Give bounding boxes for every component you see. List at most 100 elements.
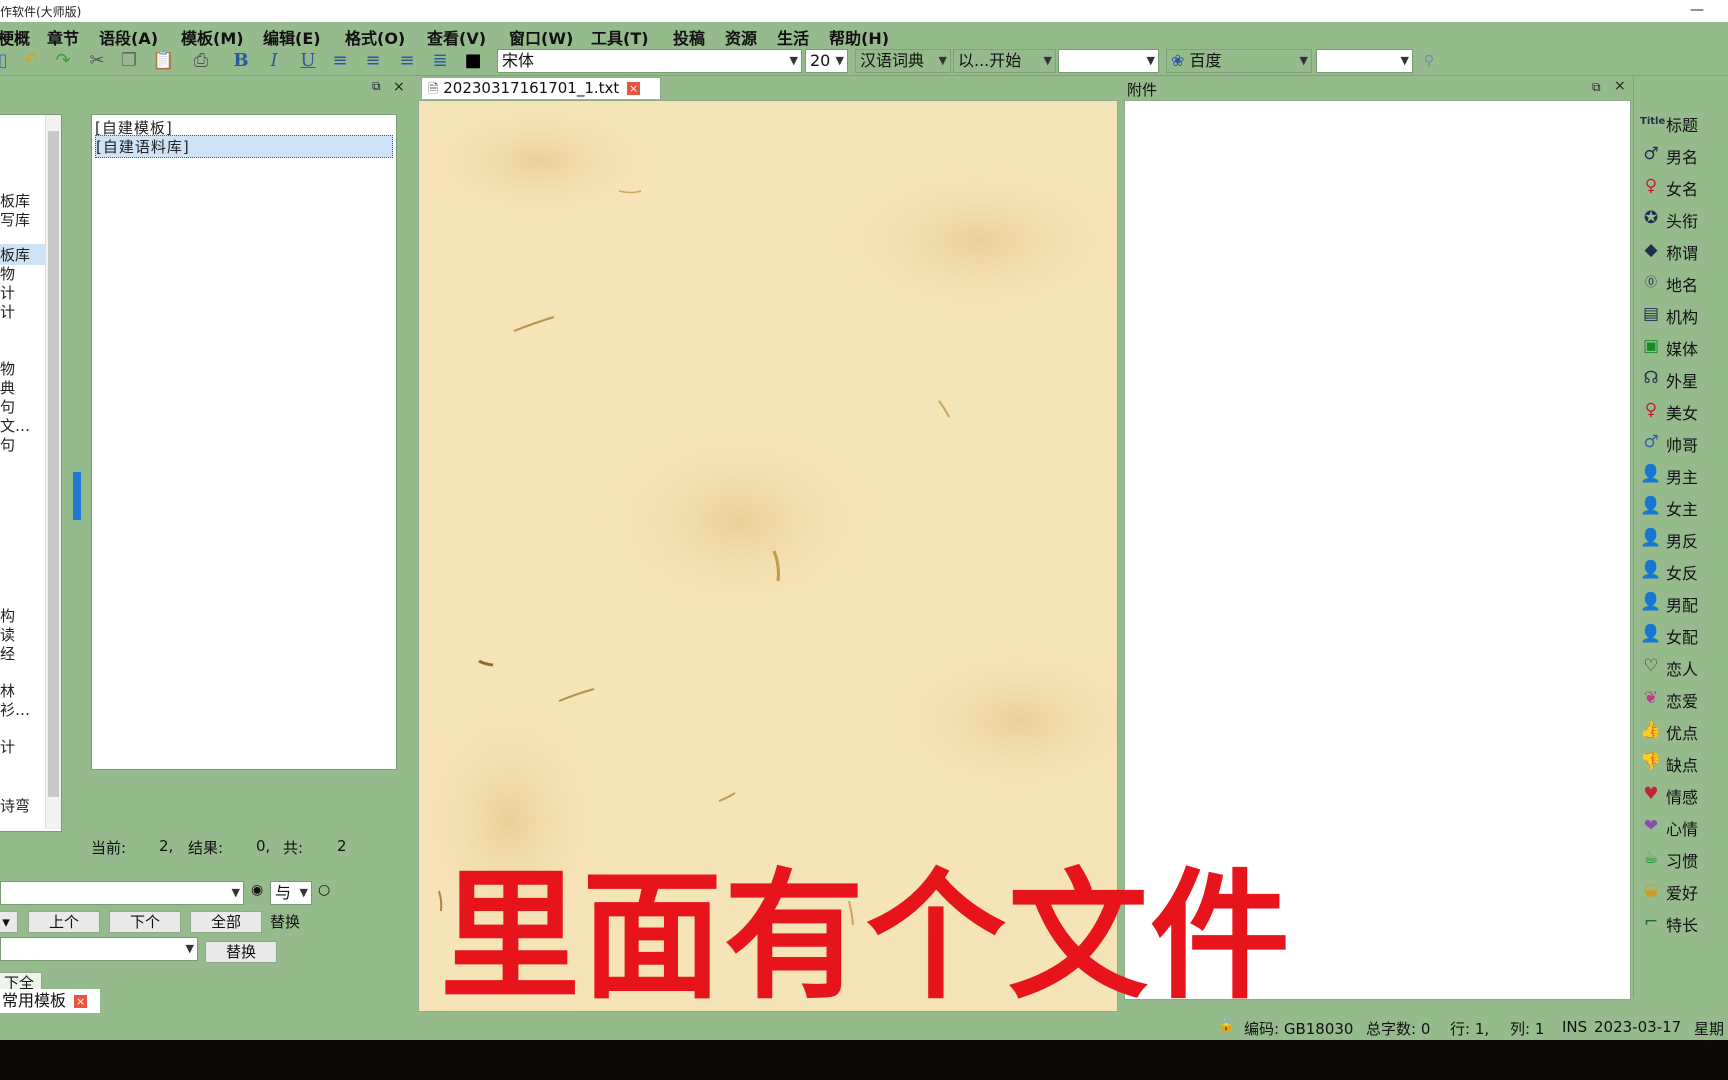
close-icon[interactable]: × (393, 79, 405, 95)
dropdown-button[interactable]: ▾ (0, 911, 18, 933)
sidebar-item-label: 习惯 (1666, 852, 1699, 871)
prev-button[interactable]: 上个 (28, 911, 100, 933)
font-size-value: 20 (810, 51, 831, 70)
tree-item[interactable]: 诗弯 (0, 795, 30, 816)
tree-item-selected[interactable]: 板库 (0, 244, 45, 265)
video-caption: 里面有个文件 (440, 856, 1293, 1019)
thumbs-up-icon: 👍 (1640, 720, 1662, 740)
list-item-selected[interactable]: [自建语料库] (95, 135, 393, 158)
dictionary-select[interactable]: 汉语词典 ▼ (855, 49, 951, 73)
bottom-tab-label: 常用模板 (2, 991, 67, 1010)
tree-item[interactable]: 读 (0, 624, 15, 645)
file-icon: 🗎 (428, 82, 439, 97)
justify-icon[interactable]: ≣ (429, 50, 451, 72)
align-center-icon[interactable]: ≡ (362, 50, 384, 72)
underline-icon[interactable]: U (297, 50, 319, 72)
tree-item[interactable]: 物 (0, 358, 15, 379)
search-icon[interactable]: ⚲ (1418, 50, 1440, 72)
tree-item[interactable]: 经 (0, 643, 15, 664)
dictionary-value: 汉语词典 (860, 51, 925, 70)
tree-item[interactable]: 衫… (0, 699, 30, 720)
replace-text-input[interactable]: ▼ (0, 937, 198, 961)
status-encoding: 编码: GB18030 (1244, 1020, 1354, 1038)
sidebar-item-label: 帅哥 (1666, 436, 1699, 455)
category-tree[interactable]: 板库 写库 板库 物 计 计 物 典 句 文… 句 构 读 经 林 衫… 计 诗… (0, 114, 62, 832)
font-name-select[interactable]: 宋体 ▼ (497, 49, 802, 73)
font-name-value: 宋体 (502, 51, 535, 70)
total-value: 2 (337, 837, 347, 855)
current-label: 当前: (91, 839, 127, 857)
italic-icon[interactable]: I (263, 50, 285, 72)
new-icon[interactable]: ▯ (0, 50, 14, 72)
hobby-icon: ◒ (1643, 880, 1659, 900)
bottom-tab-templates[interactable]: 常用模板 × (0, 989, 100, 1013)
sidebar-item-label: 恋爱 (1666, 692, 1699, 711)
total-label: 共: (283, 839, 304, 857)
sidebar-item-label: 标题 (1666, 116, 1699, 135)
status-weekday: 星期 (1694, 1020, 1725, 1038)
copy-icon[interactable]: ❐ (118, 50, 140, 72)
next-button[interactable]: 下个 (109, 911, 181, 933)
tree-item[interactable]: 写库 (0, 209, 30, 230)
undo-icon[interactable]: ↶ (20, 50, 42, 72)
male-icon: ♂ (1643, 432, 1659, 452)
template-list[interactable]: [自建模板] [自建语料库] (91, 114, 397, 770)
tree-item[interactable]: 句 (0, 434, 15, 455)
tree-item[interactable]: 文… (0, 415, 30, 436)
window-title: 作软件(大师版) (0, 5, 82, 19)
cut-icon[interactable]: ✂ (86, 50, 108, 72)
sidebar-item-label: 女主 (1666, 500, 1699, 519)
sidebar-item-label: 特长 (1666, 916, 1699, 935)
tree-item[interactable]: 计 (0, 301, 15, 322)
search-text-input[interactable]: ▼ (0, 881, 244, 905)
status-date: 2023-03-17 (1594, 1018, 1682, 1036)
font-size-select[interactable]: 20 ▼ (805, 49, 848, 73)
sidebar-item-label: 恋人 (1666, 660, 1699, 679)
scroll-thumb[interactable] (48, 131, 59, 797)
tree-item[interactable]: 计 (0, 736, 15, 757)
sidebar-item-label: 外星 (1666, 372, 1699, 391)
minimize-button[interactable]: — (1690, 2, 1704, 18)
replace-button[interactable]: 替换 (205, 941, 277, 963)
print-icon[interactable]: ⎙ (190, 50, 212, 72)
paste-icon[interactable]: 📋 (152, 50, 174, 72)
dictionary-query-input[interactable]: ▼ (1058, 49, 1159, 73)
radio-and[interactable]: ◉ (251, 882, 263, 898)
logic-operator-select[interactable]: 与 ▼ (270, 881, 312, 905)
heroine-icon: 👤 (1640, 496, 1662, 516)
close-icon[interactable]: × (1614, 78, 1626, 94)
chevron-down-icon: ▼ (1043, 54, 1052, 67)
tree-item[interactable]: 句 (0, 396, 15, 417)
stairs-icon: ⌐ (1643, 912, 1659, 932)
close-tab-icon[interactable]: × (627, 82, 641, 95)
align-left-icon[interactable]: ≡ (329, 50, 351, 72)
align-right-icon[interactable]: ≡ (396, 50, 418, 72)
tree-item[interactable]: 构 (0, 605, 15, 626)
redo-icon[interactable]: ↷ (52, 50, 74, 72)
chevron-down-icon: ▼ (185, 942, 194, 955)
splitter-handle[interactable] (73, 472, 81, 520)
tree-item[interactable]: 林 (0, 680, 15, 701)
status-column: 列: 1 (1510, 1020, 1545, 1038)
color-icon[interactable]: ■ (462, 50, 484, 72)
chevron-down-icon: ▼ (231, 886, 240, 899)
float-panel-icon[interactable]: ⧉ (372, 79, 381, 94)
document-tab-title: 20230317161701_1.txt (443, 79, 620, 97)
radio-or[interactable]: ○ (318, 882, 330, 898)
tree-item[interactable]: 物 (0, 263, 15, 284)
search-query-input[interactable]: ▼ (1316, 49, 1413, 73)
search-engine-select[interactable]: ❀ 百度 ▼ (1166, 49, 1312, 73)
chevron-down-icon: ▼ (1146, 54, 1155, 67)
document-tab[interactable]: 🗎 20230317161701_1.txt × (421, 77, 661, 99)
tree-item[interactable]: 板库 (0, 190, 30, 211)
tree-item[interactable]: 计 (0, 282, 15, 303)
all-button[interactable]: 全部 (190, 911, 262, 933)
tree-item[interactable]: 典 (0, 377, 15, 398)
chevron-down-icon: ▼ (938, 54, 947, 67)
match-mode-select[interactable]: 以...开始 ▼ (953, 49, 1056, 73)
tree-scrollbar[interactable] (45, 115, 61, 829)
float-panel-icon[interactable]: ⧉ (1592, 80, 1601, 95)
bold-icon[interactable]: B (230, 50, 252, 72)
female-icon: ♀ (1644, 400, 1658, 420)
close-tab-icon[interactable]: × (74, 995, 88, 1008)
